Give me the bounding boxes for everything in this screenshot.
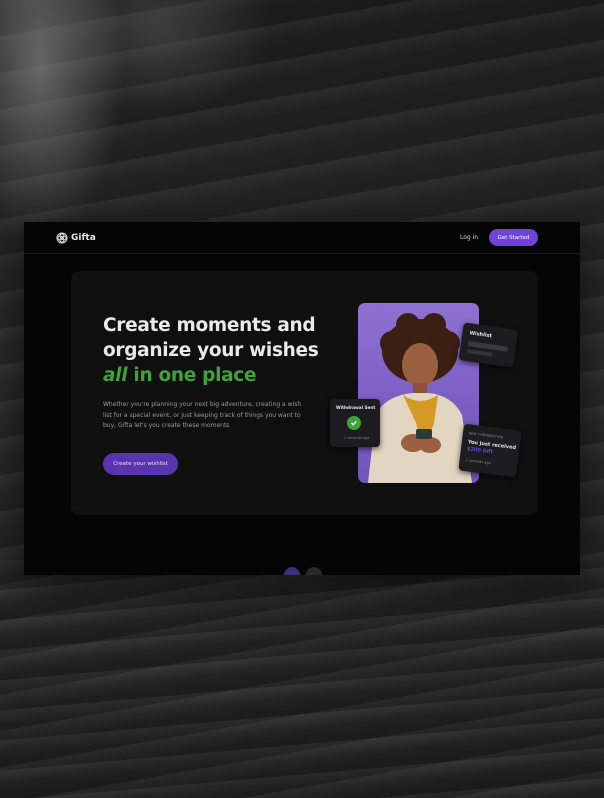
hero-title-line1: Create moments and (103, 315, 316, 336)
top-navbar: Gifta Log in Get Started (24, 222, 580, 254)
gift-card-time: 2 seconds ago (465, 458, 491, 466)
hero-title-line2: organize your wishes (103, 340, 319, 361)
hero-title-highlight-rest: in one place (127, 365, 257, 386)
gift-card-label: NEW CONTRIBUTION (468, 431, 504, 440)
gifta-logo-icon (56, 232, 68, 244)
login-link[interactable]: Log in (460, 234, 478, 241)
create-wishlist-button[interactable]: Create your wishlist (103, 453, 178, 475)
avatar (284, 567, 300, 575)
wishlist-placeholder-bar (466, 349, 493, 357)
hero-title-highlight-italic: all (103, 365, 128, 386)
website-screenshot: Gifta Log in Get Started Create moments … (24, 222, 580, 575)
wishlist-card: Wishlist (458, 322, 519, 368)
withdrawal-time: 2 seconds ago (344, 436, 370, 440)
partial-avatars-row (284, 567, 322, 575)
withdrawal-card-title: Withdrawal Sent (336, 405, 376, 410)
hero-section: Create moments and organize your wishes … (71, 271, 538, 515)
hero-title: Create moments and organize your wishes … (103, 313, 319, 388)
withdrawal-card: Withdrawal Sent 2 seconds ago (330, 399, 380, 447)
background-folds (0, 560, 604, 798)
hero-description: Whether you're planning your next big ad… (103, 401, 302, 429)
hero-title-highlight: all in one place (103, 363, 319, 388)
brand-name: Gifta (71, 233, 96, 243)
get-started-button[interactable]: Get Started (489, 229, 538, 246)
brand-logo[interactable]: Gifta (56, 232, 96, 244)
check-icon (347, 416, 361, 430)
wishlist-card-title: Wishlist (469, 330, 493, 340)
gift-notification-card: NEW CONTRIBUTION You just received $200 … (458, 423, 522, 478)
avatar (306, 567, 322, 575)
